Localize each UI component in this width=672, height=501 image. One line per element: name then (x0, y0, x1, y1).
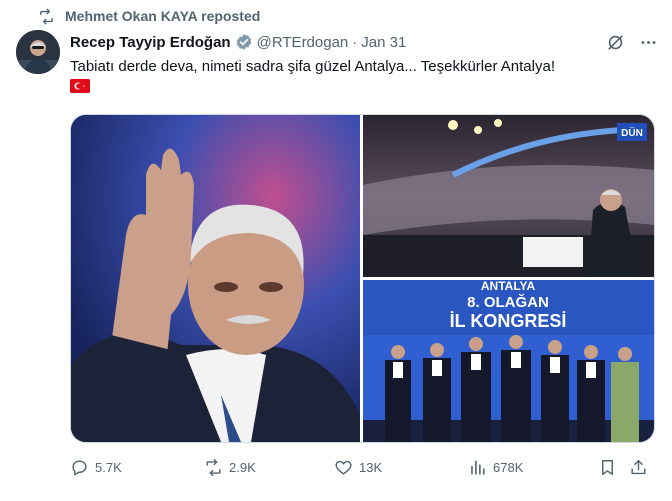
photo-portrait-waving[interactable] (71, 115, 360, 442)
author-name[interactable]: Recep Tayyip Erdoğan (70, 34, 231, 51)
reply-icon (72, 459, 87, 475)
tweet-date[interactable]: Jan 31 (361, 34, 406, 51)
repost-icon (40, 8, 53, 24)
turkey-flag-icon (70, 79, 90, 93)
like-count: 13K (359, 459, 383, 475)
arena-sign-text: DÜN (621, 126, 643, 139)
tweet-text: Tabiatı derde deva, nimeti sadra şifa gü… (70, 58, 555, 75)
repost-indicator[interactable]: Mehmet Okan KAYA reposted (38, 6, 260, 26)
heart-icon (335, 460, 352, 475)
photo-congress-stage[interactable]: ANTALYA 8. OLAĞAN İL KONGRESİ (363, 280, 654, 442)
verified-badge-icon[interactable] (235, 33, 253, 51)
grok-icon[interactable] (606, 33, 625, 52)
tweet-media-grid: DÜN ANTALYA 8. OLAĞAN İL KONGRESİ (70, 114, 655, 443)
reply-button[interactable]: 5.7K (70, 458, 122, 477)
author-handle[interactable]: @RTErdogan (257, 34, 349, 51)
repost-label[interactable]: Mehmet Okan KAYA reposted (65, 8, 260, 24)
share-button[interactable] (629, 458, 648, 477)
author-avatar[interactable] (16, 30, 60, 74)
repost-count: 2.9K (229, 459, 256, 475)
tweet-header: Recep Tayyip Erdoğan @RTErdogan · Jan 31 (70, 31, 658, 53)
views-chart-icon (471, 459, 485, 475)
banner-line-2: 8. OLAĞAN (467, 293, 549, 311)
banner-line-3: İL KONGRESİ (450, 311, 567, 331)
like-button[interactable]: 13K (334, 458, 382, 477)
more-options-icon[interactable] (639, 33, 658, 52)
repost-button[interactable]: 2.9K (204, 458, 256, 477)
photo-arena-speech[interactable]: DÜN (363, 115, 654, 277)
bookmark-icon (602, 459, 613, 475)
view-count: 678K (493, 459, 524, 475)
header-separator: · (352, 33, 358, 51)
tweet-action-bar: 5.7K 2.9K 13K 678K (70, 456, 655, 478)
share-icon (631, 459, 646, 474)
avatar-photo (16, 30, 60, 74)
repost-action-icon (206, 458, 221, 476)
banner-line-1: ANTALYA (481, 280, 536, 293)
reply-count: 5.7K (95, 459, 122, 475)
views-button[interactable]: 678K (468, 458, 523, 477)
bookmark-button[interactable] (598, 458, 617, 477)
